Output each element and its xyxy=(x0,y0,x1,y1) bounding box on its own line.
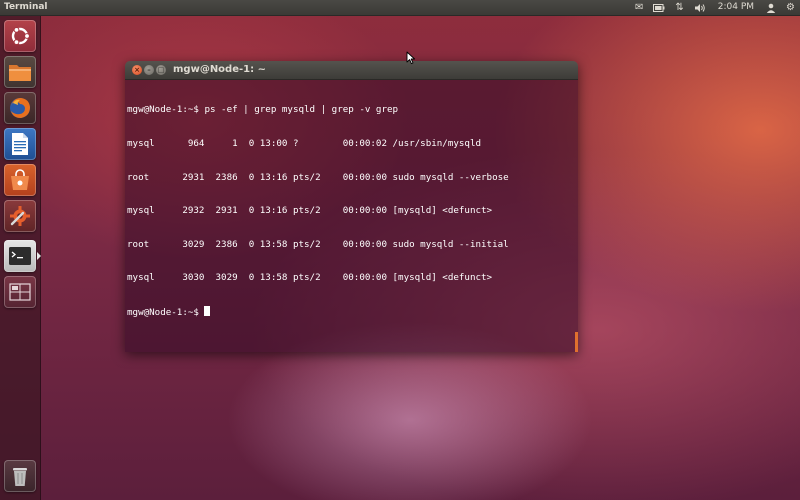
trash-icon[interactable] xyxy=(4,460,36,492)
terminal-line: mysql 964 1 0 13:00 ? 00:00:02 /usr/sbin… xyxy=(127,138,482,149)
active-app-title: Terminal xyxy=(4,2,48,12)
files-icon[interactable] xyxy=(4,56,36,88)
trash-can-glyph xyxy=(13,468,27,486)
ubuntu-dash-icon[interactable] xyxy=(4,20,36,52)
battery-glyph xyxy=(653,3,665,12)
workspaces-glyph xyxy=(9,283,31,301)
volume-glyph xyxy=(694,3,705,12)
terminal-prompt: mgw@Node-1:~$ xyxy=(127,306,205,318)
top-panel: Terminal ✉ ⇅ 2:04 PM ⚙ xyxy=(0,0,800,16)
ubuntu-logo xyxy=(11,27,30,46)
terminal-glyph xyxy=(9,247,31,265)
terminal-line: mysql 2932 2931 0 13:16 pts/2 00:00:00 [… xyxy=(127,205,493,217)
settings-cog-glyph xyxy=(10,206,30,226)
active-indicator-arrow xyxy=(37,252,41,260)
mail-icon[interactable]: ✉ xyxy=(630,0,648,15)
user-glyph xyxy=(766,3,776,13)
clock[interactable]: 2:04 PM xyxy=(711,0,761,15)
terminal-output-area[interactable]: mgw@Node-1:~$ ps -ef | grep mysqld | gre… xyxy=(125,80,578,352)
window-titlebar[interactable]: × – □ mgw@Node-1: ~ xyxy=(125,61,578,80)
system-settings-icon[interactable] xyxy=(4,200,36,232)
indicator-area: ✉ ⇅ 2:04 PM ⚙ xyxy=(630,0,800,15)
terminal-icon[interactable] xyxy=(4,240,36,272)
volume-icon[interactable] xyxy=(689,0,711,15)
terminal-prompt-line[interactable]: mgw@Node-1:~$ xyxy=(127,305,509,318)
scrollbar-thumb[interactable] xyxy=(575,332,578,352)
terminal-line: mysql 3030 3029 0 13:58 pts/2 00:00:00 [… xyxy=(127,272,493,284)
mouse-pointer-icon xyxy=(406,51,416,65)
terminal-line: root 2931 2386 0 13:16 pts/2 00:00:00 su… xyxy=(127,171,509,183)
settings-gear-icon[interactable]: ⚙ xyxy=(781,0,800,15)
firefox-icon[interactable] xyxy=(4,92,36,124)
libreoffice-writer-icon[interactable] xyxy=(4,128,36,160)
folder-glyph xyxy=(9,65,31,81)
terminal-line: mgw@Node-1:~$ ps -ef | grep mysqld | gre… xyxy=(127,104,399,116)
close-window-button[interactable]: × xyxy=(132,65,142,75)
user-icon[interactable] xyxy=(761,0,781,15)
terminal-scrollbar[interactable] xyxy=(575,80,578,352)
shopping-bag-glyph xyxy=(11,169,29,190)
terminal-line: root 3029 2386 0 13:58 pts/2 00:00:00 su… xyxy=(127,238,509,250)
terminal-text: mgw@Node-1:~$ ps -ef | grep mysqld | gre… xyxy=(127,82,509,340)
software-center-icon[interactable] xyxy=(4,164,36,196)
workspace-switcher-icon[interactable] xyxy=(4,276,36,308)
text-cursor xyxy=(204,305,211,316)
maximize-window-button[interactable]: □ xyxy=(156,65,166,75)
minimize-window-button[interactable]: – xyxy=(144,65,154,75)
firefox-glyph xyxy=(10,98,30,118)
writer-document-glyph xyxy=(12,133,28,155)
network-icon[interactable]: ⇅ xyxy=(670,0,688,15)
window-title: mgw@Node-1: ~ xyxy=(173,64,266,75)
battery-icon[interactable] xyxy=(648,0,670,15)
terminal-window[interactable]: × – □ mgw@Node-1: ~ mgw@Node-1:~$ ps -ef… xyxy=(125,61,578,352)
unity-launcher xyxy=(0,16,41,500)
